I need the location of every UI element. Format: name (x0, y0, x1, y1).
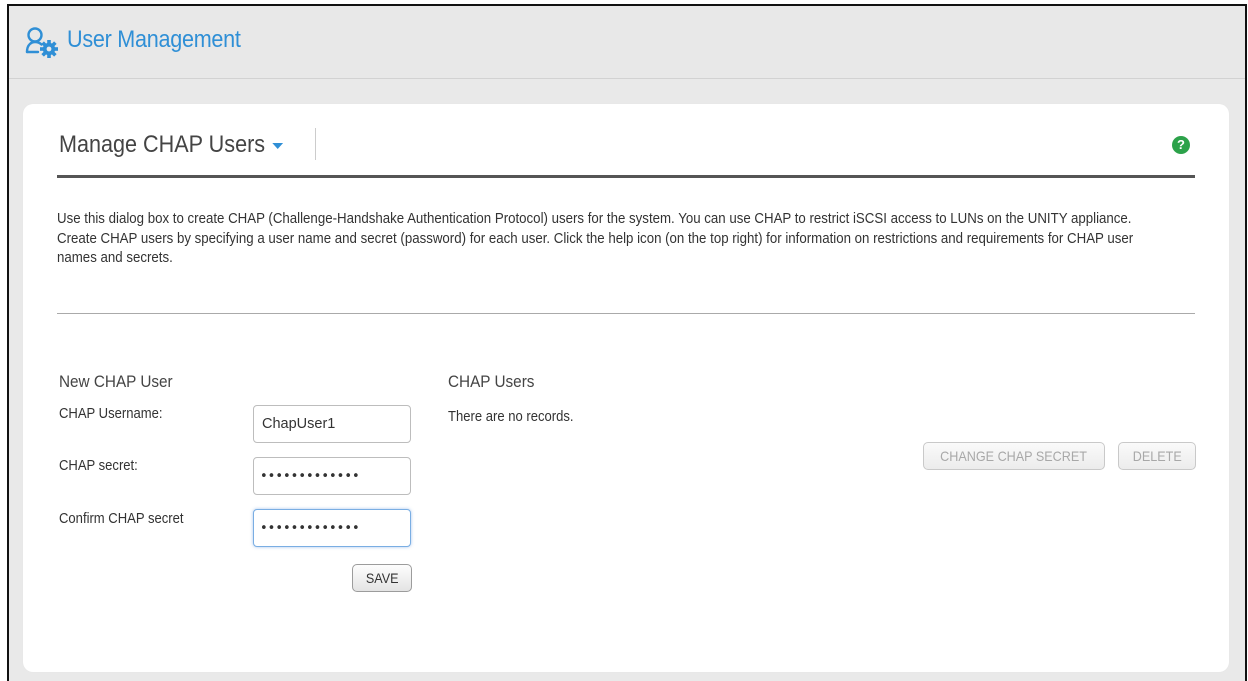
panel-title-dropdown[interactable]: Manage CHAP Users (59, 131, 284, 159)
chap-secret-label: CHAP secret: (59, 458, 138, 474)
empty-records-text: There are no records. (448, 409, 574, 425)
delete-button-label: DELETE (1132, 448, 1182, 464)
confirm-chap-secret-label: Confirm CHAP secret (59, 511, 184, 527)
help-icon[interactable]: ? (1172, 136, 1190, 154)
page-title: User Management (67, 26, 241, 53)
user-settings-icon (25, 27, 58, 58)
chap-users-heading: CHAP Users (448, 372, 535, 391)
app-header: User Management (9, 6, 1245, 79)
change-chap-secret-button[interactable]: CHANGE CHAP SECRET (923, 442, 1105, 470)
panel-description: Use this dialog box to create CHAP (Chal… (57, 211, 1134, 266)
panel-title-label: Manage CHAP Users (59, 131, 266, 158)
save-button[interactable]: SAVE (352, 564, 412, 592)
confirm-chap-secret-input[interactable] (253, 509, 411, 547)
chap-username-input[interactable] (253, 405, 411, 443)
app-window: User Management Manage CHAP Users ? Use … (7, 4, 1247, 681)
title-divider (57, 175, 1195, 178)
title-separator (315, 128, 316, 160)
section-divider (57, 313, 1195, 314)
delete-button[interactable]: DELETE (1118, 442, 1196, 470)
save-button-label: SAVE (365, 570, 399, 586)
new-chap-user-heading: New CHAP User (59, 372, 173, 391)
caret-down-icon (272, 142, 284, 149)
chap-username-label: CHAP Username: (59, 406, 163, 422)
chap-secret-input[interactable] (253, 457, 411, 495)
change-chap-secret-label: CHANGE CHAP SECRET (940, 448, 1088, 464)
manage-chap-users-panel: Manage CHAP Users ? Use this dialog box … (23, 104, 1229, 672)
